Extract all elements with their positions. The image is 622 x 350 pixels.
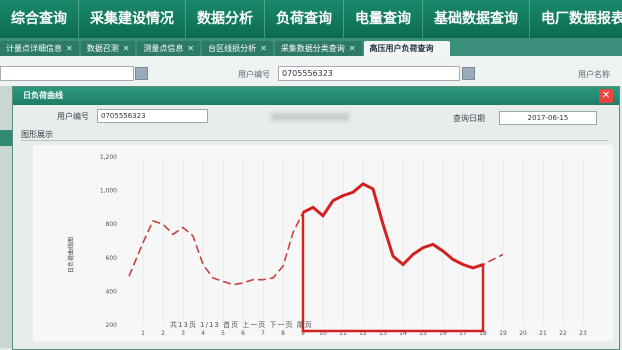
x-tick-label: 21 [539,330,547,337]
background-form: 用户编号 0705556323 用户名称 [0,56,622,86]
nav-item-data-analysis[interactable]: 数据分析 [186,0,265,38]
user-number-value: 0705556323 [282,69,333,78]
daily-load-modal: 日负荷曲线 ✕ 用户编号 0705556323 查询日期 2017-06-15 … [12,86,620,350]
tab-label: 测量点信息 [143,44,184,53]
tab-label: 计量点详细信息 [6,44,62,53]
tab-label: 高压用户负荷查询 [369,44,434,53]
tab-hv-load-query[interactable]: 高压用户负荷查询 ✕ [363,41,451,56]
close-icon[interactable]: ✕ [349,44,356,53]
chart-area: 1,200 1,000 800 600 400 200 1 2 3 4 5 6 7 8 9 10 11 12 13… [33,145,613,341]
x-tick-label: 8 [281,330,285,337]
y-tick-label: 600 [106,255,118,262]
x-tick-label: 22 [559,330,567,337]
y-tick-label: 1,000 [100,188,117,195]
close-icon[interactable]: ✕ [123,44,130,53]
x-tick-label: 7 [261,330,265,337]
query-date-field[interactable]: 2017-06-15 [499,111,597,125]
tab-measure-point[interactable]: 测量点信息 ✕ [137,41,201,56]
x-tick-label: 20 [519,330,527,337]
modal-user-number-field[interactable]: 0705556323 [97,109,208,123]
modal-info-row: 用户编号 0705556323 查询日期 2017-06-15 [13,105,619,125]
y-tick-label: 800 [106,221,118,228]
top-nav: 综合查询 采集建设情况 数据分析 负荷查询 电量查询 基础数据查询 电厂数据报表 [0,0,622,38]
user-number-label: 用户编号 [238,70,270,79]
x-tick-label: 6 [241,330,245,337]
y-tick-label: 200 [106,322,118,329]
bg-field-left[interactable] [0,66,134,81]
load-series-line [128,182,504,286]
nav-item-power-query[interactable]: 电量查询 [344,0,423,38]
x-tick-label: 19 [499,330,507,337]
tab-label: 台区线损分析 [208,44,257,53]
tab-collection-category[interactable]: 采集数据分类查询 ✕ [274,41,362,56]
x-tick-label: 1 [141,330,145,337]
x-tick-label: 23 [579,330,587,337]
modal-user-number-label: 用户编号 [57,112,89,121]
pagination-footer: 共13页 1/13 首页 上一页 下一页 尾页 [170,321,313,329]
y-axis-label: 日负荷曲线图 [67,237,75,273]
close-icon[interactable]: ✕ [599,89,613,103]
nav-item-plant-report[interactable]: 电厂数据报表 [530,0,622,38]
tab-bar: 计量点详细信息 ✕ 数据召测 ✕ 测量点信息 ✕ 台区线损分析 ✕ 采集数据分类查询 ✕ … [0,38,622,56]
highlight-region [301,212,485,333]
y-tick-label: 1,200 [100,154,117,161]
section-divider [21,140,609,141]
close-icon[interactable]: ✕ [66,44,73,53]
modal-header: 日负荷曲线 ✕ [13,87,619,105]
tab-data-recall[interactable]: 数据召测 ✕ [80,41,136,56]
modal-title: 日负荷曲线 [23,91,63,100]
nav-item-load-query[interactable]: 负荷查询 [265,0,344,38]
query-date-label: 查询日期 [453,114,485,123]
x-tick-label: 4 [201,330,205,337]
tab-label: 数据召测 [86,44,119,53]
tab-meter-detail[interactable]: 计量点详细信息 ✕ [0,41,79,56]
section-label: 图形展示 [21,130,53,139]
redacted-text [271,113,349,121]
tab-line-loss[interactable]: 台区线损分析 ✕ [202,41,273,56]
x-tick-label: 2 [161,330,165,337]
user-name-label: 用户名称 [578,70,610,79]
close-icon[interactable]: ✕ [187,44,194,53]
tab-label: 采集数据分类查询 [280,44,345,53]
nav-item-basic-data-query[interactable]: 基础数据查询 [423,0,530,38]
search-icon[interactable] [462,67,475,80]
x-tick-label: 3 [181,330,185,337]
search-icon[interactable] [135,67,148,80]
nav-item-collection-status[interactable]: 采集建设情况 [79,0,186,38]
close-icon[interactable]: ✕ [260,44,267,53]
close-icon[interactable]: ✕ [438,44,445,53]
x-tick-label: 5 [221,330,225,337]
user-number-input[interactable]: 0705556323 [278,66,460,81]
nav-item-comprehensive-query[interactable]: 综合查询 [0,0,79,38]
load-curve-chart: 1,2001,000800600400200 1 2 3 4 5 6 7 8 9 10 11 12 13… [67,154,587,337]
highlight-series-line [302,182,484,270]
y-tick-label: 400 [106,288,118,295]
